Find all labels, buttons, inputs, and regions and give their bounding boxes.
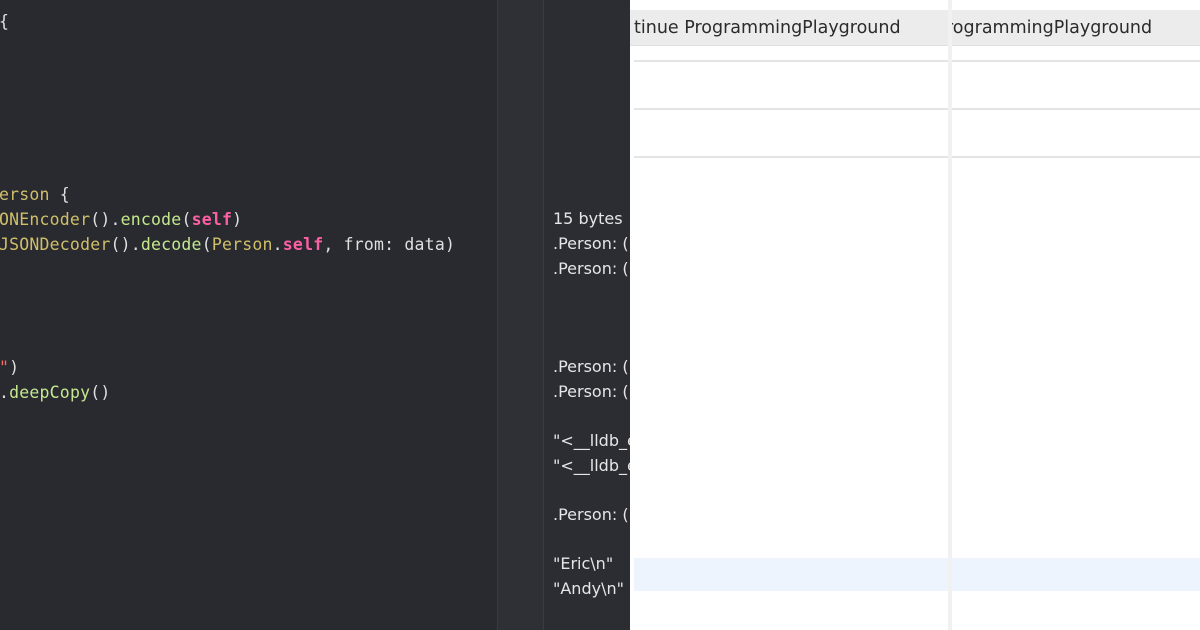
- code-token: {: [49, 185, 70, 204]
- code-line-2: erson {: [0, 185, 70, 204]
- code-token-type: ONEncoder: [0, 210, 91, 229]
- code-token: {: [0, 12, 10, 31]
- row-divider: [952, 60, 1200, 62]
- console-panel-1: tinue ProgrammingPlayground: [630, 0, 948, 630]
- result-value[interactable]: 15 bytes: [553, 209, 623, 228]
- row-divider: [634, 156, 948, 158]
- code-token: , from: data): [323, 235, 456, 254]
- code-line-6: .deepCopy(): [0, 383, 111, 402]
- result-value[interactable]: .Person: (: [553, 234, 629, 253]
- result-value[interactable]: .Person: (: [553, 259, 629, 278]
- code-token-function: deepCopy: [9, 383, 91, 402]
- code-token: .: [0, 383, 10, 402]
- code-token: (: [181, 210, 192, 229]
- row-divider: [634, 60, 948, 62]
- code-token-function: encode: [120, 210, 182, 229]
- code-line-5: "): [0, 358, 19, 377]
- code-token: ): [232, 210, 243, 229]
- code-token: ().: [110, 235, 141, 254]
- highlighted-row[interactable]: [952, 558, 1200, 591]
- code-token-type: Person: [211, 235, 273, 254]
- inspector-area: tinue ProgrammingPlayground rogrammingPl…: [630, 0, 1200, 630]
- result-value[interactable]: "<__lldb_e: [553, 456, 630, 475]
- result-value[interactable]: .Person: (: [553, 357, 629, 376]
- code-token: (: [201, 235, 212, 254]
- panel-title: tinue ProgrammingPlayground: [630, 10, 948, 46]
- code-token-keyword: self: [282, 235, 324, 254]
- code-token: (): [90, 383, 111, 402]
- result-value[interactable]: "Andy\n": [553, 579, 624, 598]
- result-value[interactable]: "<__lldb_e: [553, 431, 630, 450]
- highlighted-row[interactable]: [634, 558, 948, 591]
- console-panel-2: rogrammingPlayground: [952, 0, 1200, 630]
- row-divider: [634, 108, 948, 110]
- code-line-3: ONEncoder().encode(self): [0, 210, 242, 229]
- code-token-function: decode: [140, 235, 202, 254]
- code-token-string: ": [0, 358, 10, 377]
- row-divider: [952, 108, 1200, 110]
- panel-title: rogrammingPlayground: [952, 10, 1200, 46]
- code-token-keyword: self: [191, 210, 233, 229]
- code-line-4: JSONDecoder().decode(Person.self, from: …: [0, 235, 455, 254]
- result-value[interactable]: .Person: (: [553, 382, 629, 401]
- code-line-1: {: [0, 12, 9, 31]
- code-editor[interactable]: { erson { ONEncoder().encode(self) JSOND…: [0, 0, 497, 630]
- code-token: ().: [90, 210, 121, 229]
- code-token-type: JSONDecoder: [0, 235, 111, 254]
- code-token: .: [272, 235, 283, 254]
- row-divider: [952, 156, 1200, 158]
- result-value[interactable]: "Eric\n": [553, 554, 613, 573]
- results-sidebar: 15 bytes .Person: ( .Person: ( .Person: …: [544, 0, 630, 630]
- code-token: ): [9, 358, 20, 377]
- result-value[interactable]: .Person: (: [553, 505, 629, 524]
- code-token-type: erson: [0, 185, 50, 204]
- results-gutter: [497, 0, 544, 630]
